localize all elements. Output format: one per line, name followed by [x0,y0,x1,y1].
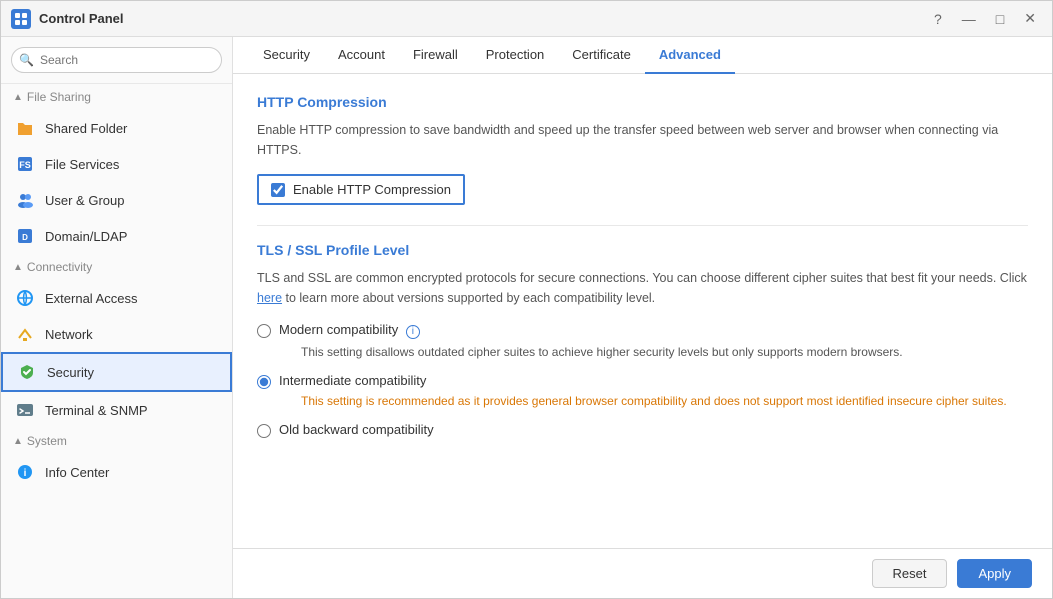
sidebar-label-external-access: External Access [45,291,138,306]
svg-text:D: D [22,233,28,242]
radio-intermediate[interactable] [257,375,271,389]
file-services-icon: FS [15,154,35,174]
main-content: 🔍 ▲ File Sharing Shared Folder [1,37,1052,598]
http-compression-title: HTTP Compression [257,94,1028,110]
section-file-sharing: ▲ File Sharing Shared Folder [1,84,232,182]
sidebar-item-external-access[interactable]: External Access [1,280,232,316]
section-header-connectivity[interactable]: ▲ Connectivity [1,254,232,280]
section-label-connectivity: Connectivity [27,260,92,274]
modern-desc: This setting disallows outdated cipher s… [279,343,903,361]
tls-ssl-title: TLS / SSL Profile Level [257,242,1028,258]
tls-ssl-section: TLS / SSL Profile Level TLS and SSL are … [257,242,1028,438]
enable-http-compression-label[interactable]: Enable HTTP Compression [293,182,451,197]
modern-label[interactable]: Modern compatibility i [279,322,420,337]
control-panel-window: Control Panel ? — □ ✕ 🔍 ▲ File Sharing [0,0,1053,599]
external-access-icon [15,288,35,308]
tls-ssl-link[interactable]: here [257,291,282,305]
sidebar-item-network[interactable]: Network [1,316,232,352]
tab-advanced[interactable]: Advanced [645,37,735,74]
info-icon-modern[interactable]: i [406,325,420,339]
tab-account[interactable]: Account [324,37,399,74]
section-terminal-snmp: Terminal & SNMP [1,392,232,428]
chevron-down-icon-2: ▲ [13,262,23,273]
tab-bar: Security Account Firewall Protection Cer… [233,37,1052,74]
section-divider [257,225,1028,226]
sidebar-label-info-center: Info Center [45,465,109,480]
radio-option-old: Old backward compatibility [257,422,1028,438]
sidebar-label-security: Security [47,365,94,380]
enable-http-compression-checkbox[interactable] [271,183,285,197]
sidebar-label-user-group: User & Group [45,193,124,208]
tab-protection[interactable]: Protection [472,37,559,74]
reset-button[interactable]: Reset [872,559,948,588]
footer-bar: Reset Apply [233,548,1052,598]
security-icon [17,362,37,382]
sidebar-item-info-center[interactable]: i Info Center [1,454,232,490]
http-compression-desc: Enable HTTP compression to save bandwidt… [257,120,1028,160]
intermediate-desc: This setting is recommended as it provid… [279,392,1007,410]
old-label[interactable]: Old backward compatibility [279,422,434,437]
section-connectivity: ▲ Connectivity External Access [1,254,232,392]
sidebar-label-terminal-snmp: Terminal & SNMP [45,403,148,418]
domain-icon: D [15,226,35,246]
sidebar-search-container: 🔍 [1,37,232,84]
apply-button[interactable]: Apply [957,559,1032,588]
sidebar-item-security[interactable]: Security [1,352,232,392]
close-button[interactable]: ✕ [1018,8,1042,29]
section-system: ▲ System i Info Center [1,428,232,490]
info-icon: i [15,462,35,482]
chevron-down-icon-3: ▲ [13,436,23,447]
sidebar-item-shared-folder[interactable]: Shared Folder [1,110,232,146]
sidebar-label-network: Network [45,327,93,342]
window-controls: ? — □ ✕ [928,8,1042,29]
radio-modern[interactable] [257,324,271,338]
sidebar-label-shared-folder: Shared Folder [45,121,127,136]
section-label-system: System [27,434,67,448]
section-header-system[interactable]: ▲ System [1,428,232,454]
svg-text:FS: FS [19,160,31,170]
terminal-icon [15,400,35,420]
modern-content: Modern compatibility i This setting disa… [279,322,903,361]
sidebar-item-user-group[interactable]: User & Group [1,182,232,218]
tab-firewall[interactable]: Firewall [399,37,472,74]
maximize-button[interactable]: □ [990,9,1010,29]
radio-option-intermediate: Intermediate compatibility This setting … [257,373,1028,410]
content-area: Security Account Firewall Protection Cer… [233,37,1052,598]
tab-certificate[interactable]: Certificate [558,37,645,74]
search-wrap: 🔍 [11,47,222,73]
tab-security[interactable]: Security [249,37,324,74]
minimize-button[interactable]: — [956,9,982,29]
tls-ssl-desc: TLS and SSL are common encrypted protoco… [257,268,1028,308]
section-domain-ldap: D Domain/LDAP [1,218,232,254]
intermediate-content: Intermediate compatibility This setting … [279,373,1007,410]
users-icon [15,190,35,210]
sidebar-label-domain-ldap: Domain/LDAP [45,229,127,244]
sidebar-item-terminal-snmp[interactable]: Terminal & SNMP [1,392,232,428]
chevron-down-icon: ▲ [13,92,23,103]
sidebar-item-file-services[interactable]: FS File Services [1,146,232,182]
search-input[interactable] [11,47,222,73]
folder-icon [15,118,35,138]
http-compression-section: HTTP Compression Enable HTTP compression… [257,94,1028,225]
title-bar-left: Control Panel [11,9,124,29]
window-title: Control Panel [39,11,124,26]
section-header-file-sharing[interactable]: ▲ File Sharing [1,84,232,110]
search-icon: 🔍 [19,53,34,67]
title-bar: Control Panel ? — □ ✕ [1,1,1052,37]
network-icon [15,324,35,344]
intermediate-label[interactable]: Intermediate compatibility [279,373,426,388]
sidebar-label-file-services: File Services [45,157,119,172]
enable-http-compression-row: Enable HTTP Compression [257,174,465,205]
sidebar-item-domain-ldap[interactable]: D Domain/LDAP [1,218,232,254]
radio-old[interactable] [257,424,271,438]
sidebar: 🔍 ▲ File Sharing Shared Folder [1,37,233,598]
app-icon [11,9,31,29]
section-label-file-sharing: File Sharing [27,90,91,104]
section-user-group: User & Group [1,182,232,218]
help-button[interactable]: ? [928,9,948,29]
radio-option-modern: Modern compatibility i This setting disa… [257,322,1028,361]
content-body: HTTP Compression Enable HTTP compression… [233,74,1052,548]
svg-text:i: i [24,468,27,479]
